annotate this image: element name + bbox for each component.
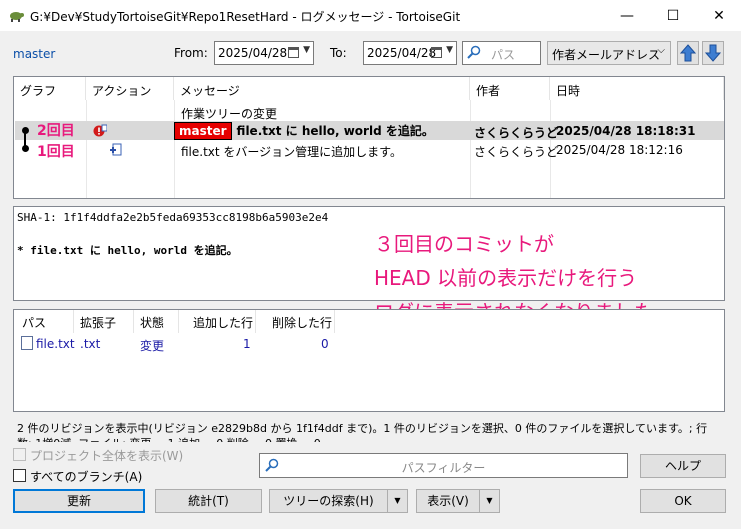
- commit-sha: SHA-1: 1f1f4ddfa2e2b5feda69353cc8198b6a5…: [17, 211, 329, 224]
- help-button[interactable]: ヘルプ: [640, 454, 726, 478]
- column-divider: [255, 310, 256, 333]
- log-author: さくらくらうど: [474, 126, 559, 140]
- log-row-selected[interactable]: master file.txt に hello, world を追記。 さくらくら…: [15, 121, 724, 140]
- column-header-removed[interactable]: 削除した行: [272, 314, 332, 331]
- log-date: 2025/04/28 18:18:31: [556, 124, 696, 138]
- from-label: From:: [174, 46, 208, 60]
- chevron-down-icon: ▼: [446, 45, 453, 55]
- column-header-path[interactable]: パス: [22, 314, 46, 331]
- path-filter-input[interactable]: パスフィルター: [259, 453, 628, 478]
- log-message: 作業ツリーの変更: [181, 107, 278, 121]
- refresh-button[interactable]: 更新: [13, 489, 145, 513]
- annotation-second: 2回目: [37, 123, 75, 139]
- log-message: file.txt をバージョン管理に追加します。: [181, 145, 402, 159]
- log-row[interactable]: file.txt をバージョン管理に追加します。 さくらくらうど 2025/04…: [15, 140, 724, 159]
- view-label: 表示(V): [427, 494, 469, 508]
- log-row-working-tree[interactable]: 作業ツリーの変更: [15, 102, 724, 121]
- to-date-picker[interactable]: 2025/04/28 ▼: [363, 41, 457, 65]
- search-placeholder: パス: [491, 48, 516, 62]
- file-extension: .txt: [80, 337, 101, 351]
- file-icon: [21, 336, 33, 350]
- arrow-up-icon: [679, 44, 697, 62]
- walk-tree-label: ツリーの探索(H): [283, 494, 374, 508]
- search-field-select[interactable]: 作者メールアドレス ⌵: [547, 41, 671, 65]
- callout-line-2: HEAD 以前の表示だけを行う: [374, 266, 638, 290]
- to-label: To:: [330, 46, 347, 60]
- column-header-extension[interactable]: 拡張子: [80, 314, 116, 331]
- column-header-date[interactable]: 日時: [550, 77, 724, 100]
- status-text: 2 件のリビジョンを表示中(リビジョン e2829b8d から 1f1f4ddf…: [17, 422, 708, 442]
- branch-badge: master: [174, 122, 232, 140]
- statistics-button[interactable]: 統計(T): [155, 489, 262, 513]
- added-action-icon: [110, 143, 122, 156]
- branch-link[interactable]: master: [13, 47, 55, 61]
- log-message: file.txt に hello, world を追記。: [236, 124, 434, 138]
- file-added-lines: 1: [243, 337, 251, 351]
- commit-message: * file.txt に hello, world を追記。: [17, 244, 238, 257]
- chevron-down-icon: ⌵: [657, 45, 665, 56]
- log-list[interactable]: グラフ アクション メッセージ 作者 日時 作業ツリーの変更 master fil…: [13, 76, 725, 199]
- column-header-message[interactable]: メッセージ: [174, 77, 470, 100]
- chevron-down-icon: ▼: [303, 45, 310, 55]
- close-button[interactable]: ✕: [696, 0, 741, 31]
- column-divider: [133, 310, 134, 333]
- column-header-added[interactable]: 追加した行: [193, 314, 253, 331]
- to-date-value: 2025/04/28: [367, 46, 437, 60]
- path-filter-placeholder: パスフィルター: [401, 461, 486, 475]
- column-header-status[interactable]: 状態: [140, 314, 164, 331]
- search-input[interactable]: パス: [462, 41, 541, 65]
- chevron-down-icon[interactable]: ▼: [387, 490, 407, 512]
- annotation-first: 1回目: [37, 144, 75, 160]
- walk-tree-button[interactable]: ツリーの探索(H) ▼: [269, 489, 408, 513]
- from-date-picker[interactable]: 2025/04/28 ▼: [214, 41, 314, 65]
- log-author: さくらくらうど: [474, 145, 559, 159]
- ok-button[interactable]: OK: [640, 489, 726, 513]
- graph-node: [22, 145, 29, 152]
- changed-files-list[interactable]: パス 拡張子 状態 追加した行 削除した行 file.txt .txt 変更 1…: [13, 309, 725, 412]
- from-date-value: 2025/04/28: [218, 46, 288, 60]
- file-removed-lines: 0: [321, 337, 329, 351]
- column-header-action[interactable]: アクション: [86, 77, 174, 100]
- view-button[interactable]: 表示(V) ▼: [416, 489, 500, 513]
- all-branches-label: すべてのブランチ(A): [30, 470, 143, 484]
- title-bar: G:¥Dev¥StudyTortoiseGit¥Repo1ResetHard -…: [0, 0, 741, 31]
- checkbox-box: [13, 469, 26, 482]
- show-whole-project-label: プロジェクト全体を表示(W): [30, 449, 184, 463]
- maximize-button[interactable]: ☐: [650, 0, 696, 31]
- calendar-icon: [288, 47, 299, 58]
- search-field-value: 作者メールアドレス: [552, 48, 661, 62]
- column-header-graph[interactable]: グラフ: [14, 77, 86, 100]
- column-divider: [73, 310, 74, 333]
- arrow-down-icon: [704, 44, 722, 62]
- column-divider: [178, 310, 179, 333]
- calendar-icon: [431, 47, 442, 58]
- window-title: G:¥Dev¥StudyTortoiseGit¥Repo1ResetHard -…: [30, 10, 461, 24]
- previous-button[interactable]: [677, 41, 699, 65]
- search-icon: [467, 45, 481, 59]
- log-date: 2025/04/28 18:12:16: [556, 143, 683, 157]
- checkbox-box: [13, 448, 26, 461]
- callout-line-1: ３回目のコミットが: [374, 232, 554, 256]
- file-status: 変更: [140, 339, 165, 353]
- column-divider: [334, 310, 335, 333]
- tortoisegit-icon: [10, 12, 24, 22]
- modified-action-icon: [93, 124, 107, 137]
- file-path[interactable]: file.txt: [36, 337, 75, 351]
- minimize-button[interactable]: —: [604, 0, 650, 31]
- column-header-author[interactable]: 作者: [470, 77, 550, 100]
- next-button[interactable]: [702, 41, 724, 65]
- chevron-down-icon[interactable]: ▼: [479, 490, 499, 512]
